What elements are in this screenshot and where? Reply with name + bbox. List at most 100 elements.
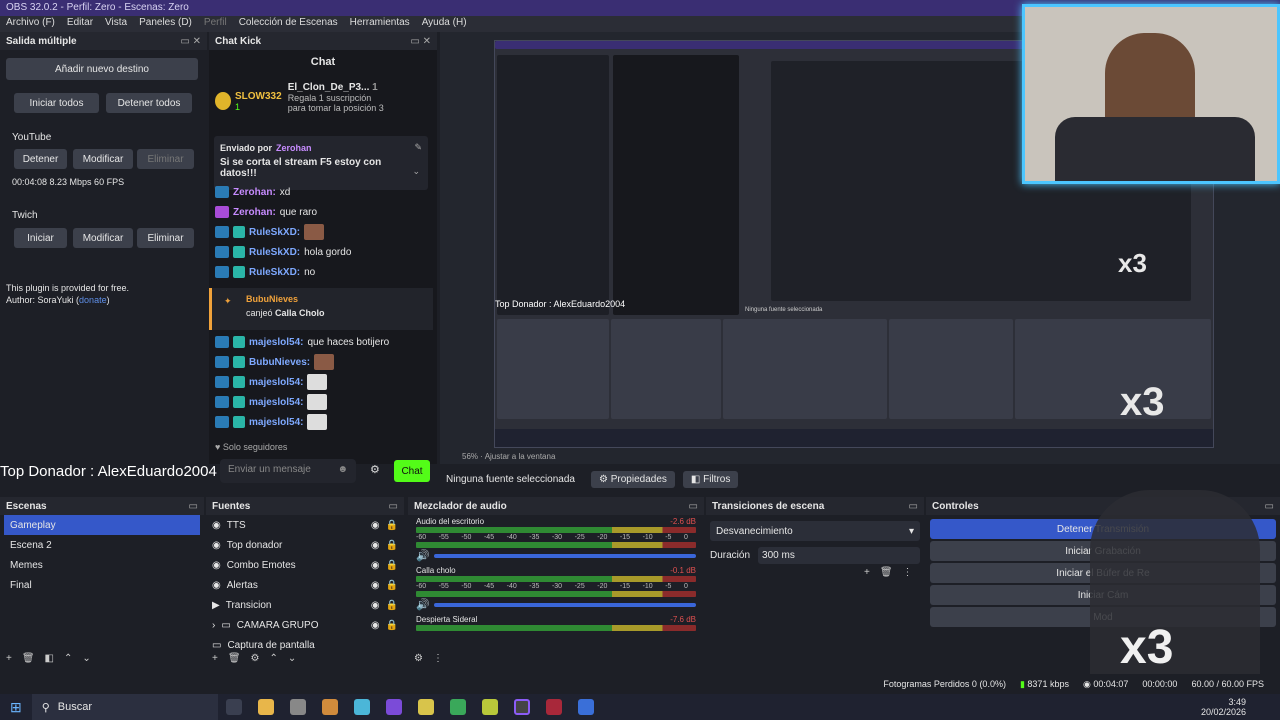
chat-send-button[interactable]: Chat	[394, 460, 430, 482]
dock-controls-icon[interactable]: ▭	[389, 501, 398, 512]
add-icon[interactable]: +	[212, 653, 218, 664]
menu-coleccion[interactable]: Colección de Escenas	[239, 17, 338, 31]
lock-icon[interactable]: 🔒	[386, 520, 398, 531]
eye-icon[interactable]: ◉	[371, 620, 380, 631]
youtube-delete-button[interactable]: Eliminar	[137, 149, 194, 169]
menu-icon[interactable]: ⋮	[903, 567, 913, 578]
menu-herramientas[interactable]: Herramientas	[350, 17, 410, 31]
dock-controls-icon[interactable]: ▭ ✕	[180, 36, 201, 47]
dock-controls-icon[interactable]: ▭ ✕	[410, 36, 431, 47]
volume-slider[interactable]	[433, 553, 696, 558]
nested-chat	[613, 55, 739, 315]
start-all-button[interactable]: Iniciar todos	[14, 93, 99, 113]
taskbar-search[interactable]: ⚲ Buscar	[31, 694, 218, 720]
badge-icon	[215, 396, 229, 408]
speaker-icon[interactable]: 🔊	[416, 598, 430, 611]
windows-start-icon[interactable]: ⊞	[10, 699, 22, 716]
emote-icon	[307, 394, 328, 410]
filter-icon[interactable]: ◧	[45, 653, 54, 664]
youtube-modify-button[interactable]: Modificar	[73, 149, 133, 169]
source-item[interactable]: › ▭ CAMARA GRUPO ◉ 🔒	[206, 615, 404, 635]
emoji-icon[interactable]: ☻	[337, 464, 348, 475]
menu-archivo[interactable]: Archivo (F)	[6, 17, 55, 31]
app-icon[interactable]	[321, 699, 338, 715]
chrome-icon[interactable]	[449, 699, 466, 715]
source-item[interactable]: ▶ Transicion ◉ 🔒	[206, 595, 404, 615]
menu-ayuda[interactable]: Ayuda (H)	[422, 17, 467, 31]
badge-icon	[215, 246, 229, 258]
task-view-icon[interactable]	[225, 699, 242, 715]
scene-item[interactable]: Final	[4, 575, 200, 595]
dock-controls-icon[interactable]: ▭	[689, 501, 698, 512]
twitch-delete-button[interactable]: Eliminar	[137, 228, 194, 248]
menu-perfil[interactable]: Perfil	[204, 17, 227, 31]
scene-item[interactable]: Gameplay	[4, 515, 200, 535]
source-item[interactable]: ◉ TTS ◉ 🔒	[206, 515, 404, 535]
menu-vista[interactable]: Vista	[105, 17, 127, 31]
eye-icon[interactable]: ◉	[371, 600, 380, 611]
dock-controls-icon[interactable]: ▭	[1265, 501, 1274, 512]
source-item[interactable]: ◉ Top donador ◉ 🔒	[206, 535, 404, 555]
settings-icon[interactable]	[289, 699, 306, 715]
eye-icon[interactable]: ◉	[371, 540, 380, 551]
filters-button[interactable]: ◧ Filtros	[682, 470, 739, 488]
add-destination-button[interactable]: Añadir nuevo destino	[6, 58, 198, 80]
scene-item[interactable]: Memes	[4, 555, 200, 575]
eye-icon[interactable]: ◉	[371, 580, 380, 591]
chevron-up-icon[interactable]: ⌃	[270, 653, 278, 664]
twitch-modify-button[interactable]: Modificar	[73, 228, 133, 248]
twitch-start-button[interactable]: Iniciar	[14, 228, 67, 248]
expand-icon[interactable]: ›	[212, 620, 215, 631]
chat-settings-icon[interactable]: ⚙	[370, 463, 380, 476]
eye-icon[interactable]: ◉	[371, 520, 380, 531]
mixer-channel: Audio del escritorio -2.6 dB -60 -55 -50 -45…	[416, 517, 696, 562]
duration-input[interactable]: 300 ms	[758, 547, 920, 564]
source-item[interactable]: ◉ Combo Emotes ◉ 🔒	[206, 555, 404, 575]
trash-icon[interactable]: 🗑	[228, 653, 241, 664]
gear-icon[interactable]: ⚙	[414, 653, 423, 664]
stop-all-button[interactable]: Detener todos	[106, 93, 192, 113]
source-item[interactable]: ▭ Captura de pantalla	[206, 635, 404, 655]
trash-icon[interactable]: 🗑	[22, 653, 35, 664]
menu-editar[interactable]: Editar	[67, 17, 93, 31]
lock-icon[interactable]: 🔒	[386, 600, 398, 611]
chevron-up-icon[interactable]: ⌃	[64, 653, 72, 664]
youtube-stop-button[interactable]: Detener	[14, 149, 67, 169]
donate-link[interactable]: donate	[79, 295, 107, 305]
chevron-down-icon[interactable]: ⌄	[82, 653, 90, 664]
lock-icon[interactable]: 🔒	[386, 540, 398, 551]
menu-icon[interactable]: ⋮	[433, 653, 443, 664]
properties-button[interactable]: ⚙ Propiedades	[590, 470, 675, 488]
obs-icon[interactable]	[513, 699, 530, 715]
bitrate: ▮ 8371 kbps	[1019, 678, 1069, 689]
app-icon[interactable]	[545, 699, 562, 715]
chat-message: majeslol54:	[209, 392, 437, 412]
file-explorer-icon[interactable]	[257, 699, 274, 715]
gear-icon[interactable]: ⚙	[251, 653, 260, 664]
volume-slider[interactable]	[433, 602, 696, 607]
menu-paneles[interactable]: Paneles (D)	[139, 17, 192, 31]
app-icon[interactable]	[353, 699, 370, 715]
speaker-icon[interactable]: 🔊	[416, 549, 430, 562]
lock-icon[interactable]: 🔒	[386, 560, 398, 571]
transition-select[interactable]: Desvanecimiento ▾	[710, 521, 920, 541]
eye-icon[interactable]: ◉	[371, 560, 380, 571]
trash-icon[interactable]: 🗑	[880, 567, 893, 578]
add-icon[interactable]: +	[6, 653, 12, 664]
dock-controls-icon[interactable]: ▭	[909, 501, 918, 512]
twitch-label: Twich	[12, 210, 38, 221]
add-icon[interactable]: +	[864, 567, 870, 578]
app-icon[interactable]	[417, 699, 434, 715]
chevron-down-icon[interactable]: ⌄	[288, 653, 296, 664]
source-item[interactable]: ◉ Alertas ◉ 🔒	[206, 575, 404, 595]
lock-icon[interactable]: 🔒	[386, 580, 398, 591]
chat-input[interactable]: Enviar un mensaje ☻	[220, 459, 356, 483]
app-icon[interactable]	[577, 699, 594, 715]
dock-controls-icon[interactable]: ▭	[189, 501, 198, 512]
discord-icon[interactable]	[385, 699, 402, 715]
chevron-down-icon[interactable]: ⌄	[412, 166, 420, 177]
unpin-icon[interactable]: ✎	[414, 142, 422, 153]
scene-item[interactable]: Escena 2	[4, 535, 200, 555]
lock-icon[interactable]: 🔒	[386, 620, 398, 631]
app-icon[interactable]	[481, 699, 498, 715]
